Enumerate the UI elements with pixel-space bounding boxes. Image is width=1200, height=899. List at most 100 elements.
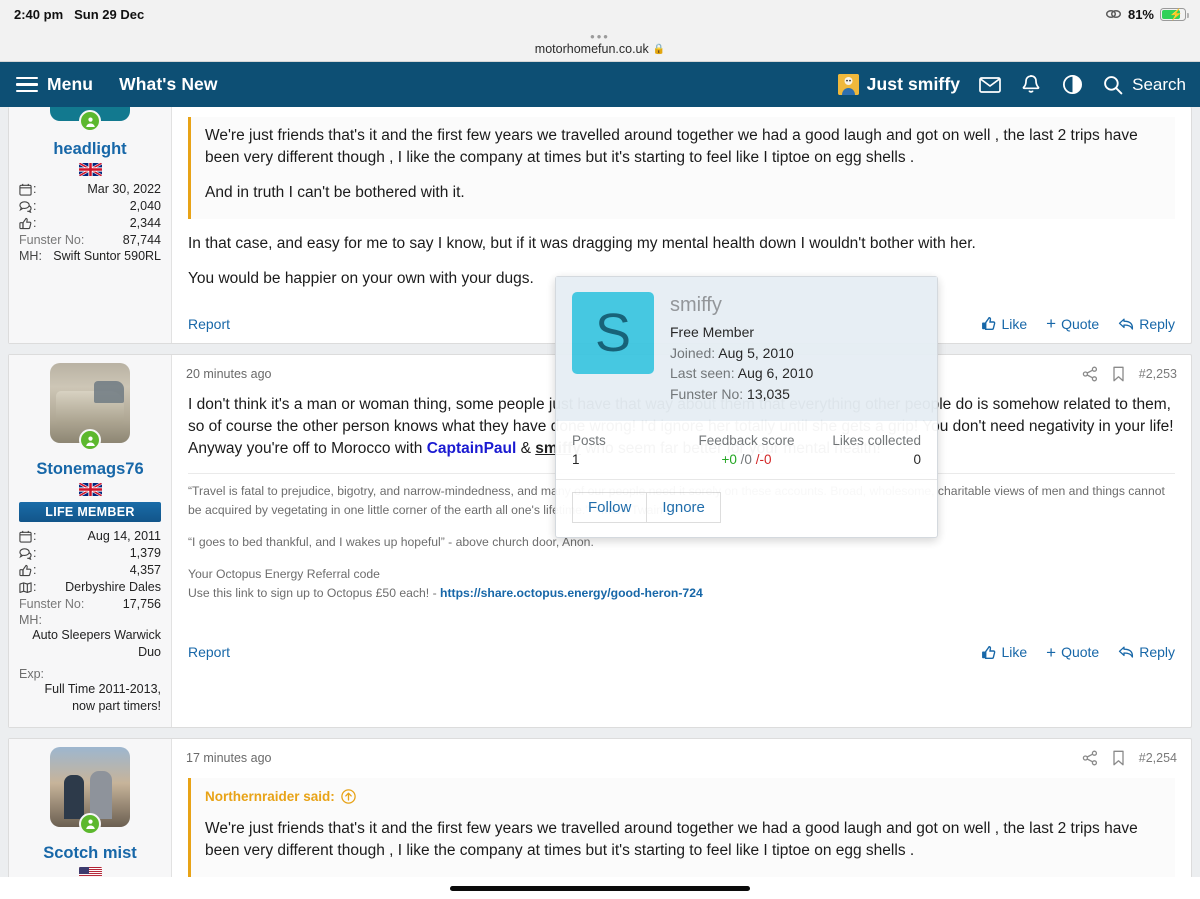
author-message-count: 1,379 (129, 545, 161, 560)
quote-paragraph: And in truth I can't be bothered with it… (205, 184, 465, 201)
link-icon (1105, 8, 1122, 20)
member-card-avatar[interactable]: S (572, 292, 654, 374)
bell-icon[interactable] (1020, 74, 1042, 96)
search-button[interactable]: Search (1102, 74, 1186, 96)
post-number[interactable]: #2,253 (1139, 367, 1177, 381)
post-timestamp[interactable]: 20 minutes ago (186, 367, 271, 381)
reply-button[interactable]: Reply (1118, 316, 1175, 332)
post-number[interactable]: #2,254 (1139, 751, 1177, 765)
like-button[interactable]: Like (981, 316, 1027, 332)
calendar-icon: : (19, 181, 36, 198)
author-funster-no: 87,744 (122, 232, 161, 247)
signature-line: Your Octopus Energy Referral code (188, 566, 380, 581)
thread-page: headlight : Mar 30, 2022 : 2,040: 2,344… (0, 107, 1200, 899)
follow-button[interactable]: Follow (572, 491, 648, 523)
reply-button[interactable]: Reply (1118, 644, 1175, 660)
quote-paragraph: We're just friends that's it and the fir… (205, 820, 1138, 860)
thumbs-up-icon: : (19, 562, 36, 579)
posts-value: 1 (572, 451, 580, 467)
like-button[interactable]: Like (981, 644, 1027, 660)
author-exp-value: Full Time 2011-2013, now part timers! (44, 681, 162, 713)
quote-label: Quote (1061, 644, 1100, 661)
author-mh-label: MH: (19, 248, 42, 263)
likes-collected-label: Likes collected (832, 432, 921, 448)
author-username[interactable]: headlight (53, 140, 126, 159)
author-funster-no: 17,756 (122, 596, 161, 611)
member-card-funster-label: Funster No: (670, 386, 744, 403)
author-username[interactable]: Scotch mist (43, 844, 137, 863)
ignore-button[interactable]: Ignore (647, 491, 721, 523)
quote-button[interactable]: + Quote (1046, 644, 1099, 661)
octopus-referral-link[interactable]: https://share.octopus.energy/good-heron-… (440, 586, 703, 600)
author-username[interactable]: Stonemags76 (36, 460, 143, 479)
feedback-label: Feedback score (698, 432, 795, 448)
menu-label: Menu (47, 74, 94, 94)
account-username-label: Just smiffy (866, 74, 961, 94)
tab-overview-dots-icon[interactable]: ••• (590, 30, 610, 43)
member-card-username[interactable]: smiffy (670, 294, 813, 316)
share-icon[interactable] (1082, 750, 1098, 766)
feedback-positive: +0 (721, 451, 737, 467)
member-card-joined-label: Joined: (670, 344, 716, 361)
member-card-joined-value: Aug 5, 2010 (718, 344, 794, 361)
hamburger-icon (16, 76, 38, 93)
mention-captainpaul[interactable]: CaptainPaul (427, 440, 517, 457)
calendar-icon: : (19, 528, 36, 545)
member-card-feedback-stat: Feedback score +0 /0 /-0 (688, 433, 804, 467)
author-likes-count: 4,357 (129, 562, 161, 577)
bookmark-icon[interactable] (1112, 750, 1125, 766)
post-timestamp[interactable]: 17 minutes ago (186, 751, 271, 765)
post-text-pre: I don't think it's a man or woman thing,… (188, 396, 545, 413)
messages-icon: : (19, 545, 36, 562)
quote-label: Quote (1061, 315, 1100, 332)
url-text[interactable]: motorhomefun.co.uk (535, 42, 649, 56)
post-message: 17 minutes ago #2,254 Northernraider sai… (172, 739, 1191, 899)
home-indicator[interactable] (450, 886, 750, 891)
browser-url-bar[interactable]: ••• motorhomefun.co.uk 🔒 (0, 28, 1200, 62)
user-avatar-icon (837, 74, 859, 95)
quote-paragraph: We're just friends that's it and the fir… (205, 127, 1138, 166)
status-badge: LIFE MEMBER (19, 501, 161, 522)
lock-icon: 🔒 (652, 43, 666, 55)
menu-button[interactable]: Menu (16, 74, 93, 95)
ampersand: & (516, 440, 536, 457)
battery-charging-icon: ⚡ (1160, 7, 1189, 21)
map-icon: : (19, 579, 36, 596)
member-card-lastseen-value: Aug 6, 2010 (737, 365, 814, 382)
quote-author-label[interactable]: Northernraider said: (205, 787, 335, 806)
author-exp-label: Exp: (19, 666, 45, 681)
post-item: Scotch mist : Sep 1, 2018 : 2,220 (8, 737, 1192, 899)
like-label: Like (1001, 644, 1028, 661)
author-mh-value: Auto Sleepers Warwick Duo (32, 627, 161, 659)
author-mh-value: Swift Suntor 590RL (53, 248, 161, 263)
author-location: Derbyshire Dales (65, 579, 161, 594)
author-mh-label: MH: (19, 612, 42, 627)
feedback-negative: /-0 (755, 451, 772, 467)
posts-label: Posts (572, 432, 606, 448)
contrast-icon[interactable] (1061, 74, 1083, 96)
envelope-icon[interactable] (979, 74, 1001, 96)
account-menu-button[interactable]: Just smiffy (837, 74, 961, 95)
site-navbar: Menu What's New Just smiffy Search (0, 62, 1200, 107)
member-hover-card: S smiffy Free Member Joined: Aug 5, 2010… (555, 276, 938, 538)
post-author-column: Stonemags76 LIFE MEMBER : Aug 14, 2011 :… (9, 355, 172, 727)
author-funster-label: Funster No: (19, 232, 85, 247)
flag-uk-icon (78, 162, 102, 176)
report-link[interactable]: Report (188, 316, 230, 332)
report-link[interactable]: Report (188, 644, 230, 660)
feedback-neutral: /0 (740, 451, 752, 467)
reply-label: Reply (1139, 644, 1175, 661)
battery-percent-label: 81% (1127, 6, 1154, 22)
share-icon[interactable] (1082, 366, 1098, 382)
member-card-posts-stat: Posts 1 (572, 433, 688, 467)
flag-uk-icon (78, 482, 102, 496)
quote-button[interactable]: + Quote (1046, 315, 1099, 332)
thumbs-up-icon: : (19, 215, 36, 232)
online-status-icon (79, 429, 101, 451)
whats-new-link[interactable]: What's New (119, 74, 218, 95)
ios-status-bar: 2:40 pm Sun 29 Dec 81% ⚡ (0, 0, 1200, 28)
signature-link-line: Use this link to sign up to Octopus £50 … (188, 584, 1175, 603)
jump-to-post-icon[interactable] (341, 789, 356, 804)
bookmark-icon[interactable] (1112, 366, 1125, 382)
online-status-icon (79, 812, 101, 835)
